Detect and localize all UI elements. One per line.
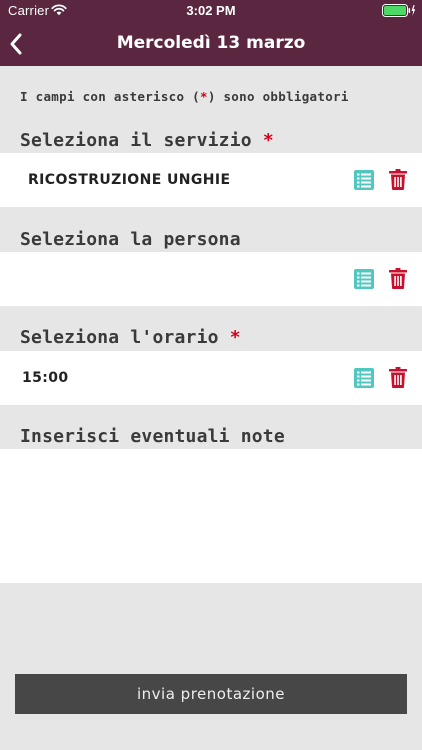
notes-label: Inserisci eventuali note [20, 426, 285, 447]
service-list-button[interactable] [354, 170, 374, 190]
notes-label-text: Inserisci eventuali note [20, 426, 285, 447]
list-icon [354, 368, 374, 388]
nav-bar: Mercoledì 13 marzo [0, 22, 422, 66]
status-bar: Carrier 3:02 PM [0, 0, 422, 22]
page-title: Mercoledì 13 marzo [116, 33, 306, 53]
service-delete-button[interactable] [389, 169, 407, 190]
service-field[interactable]: RICOSTRUZIONE UNGHIE [0, 153, 422, 207]
time-field[interactable]: 15:00 [0, 351, 422, 405]
list-icon [354, 269, 374, 289]
notice-text-after: ) sono obbligatori [207, 89, 349, 104]
time-label-text: Seleziona l'orario [20, 327, 219, 348]
person-label: Seleziona la persona [20, 229, 241, 250]
status-time: 3:02 PM [186, 3, 236, 18]
service-value: RICOSTRUZIONE UNGHIE [28, 172, 231, 188]
person-delete-button[interactable] [389, 268, 407, 289]
time-value: 15:00 [22, 370, 69, 386]
time-delete-button[interactable] [389, 367, 407, 388]
service-label-text: Seleziona il servizio [20, 130, 252, 151]
trash-icon [389, 367, 407, 388]
list-icon [354, 170, 374, 190]
time-required-mark: * [229, 327, 241, 348]
person-list-button[interactable] [354, 269, 374, 289]
trash-icon [389, 169, 407, 190]
notes-textarea[interactable] [0, 449, 422, 583]
person-field[interactable] [0, 252, 422, 306]
battery-icon [382, 4, 416, 20]
required-fields-notice: I campi con asterisco (*) sono obbligato… [20, 89, 349, 104]
time-list-button[interactable] [354, 368, 374, 388]
submit-booking-button[interactable]: invia prenotazione [15, 674, 407, 714]
notice-text-before: I campi con asterisco ( [20, 89, 200, 104]
service-required-mark: * [262, 130, 274, 151]
trash-icon [389, 268, 407, 289]
person-label-text: Seleziona la persona [20, 229, 241, 250]
notice-asterisk: * [200, 89, 208, 104]
service-label: Seleziona il servizio * [20, 130, 274, 151]
time-label: Seleziona l'orario * [20, 327, 241, 348]
